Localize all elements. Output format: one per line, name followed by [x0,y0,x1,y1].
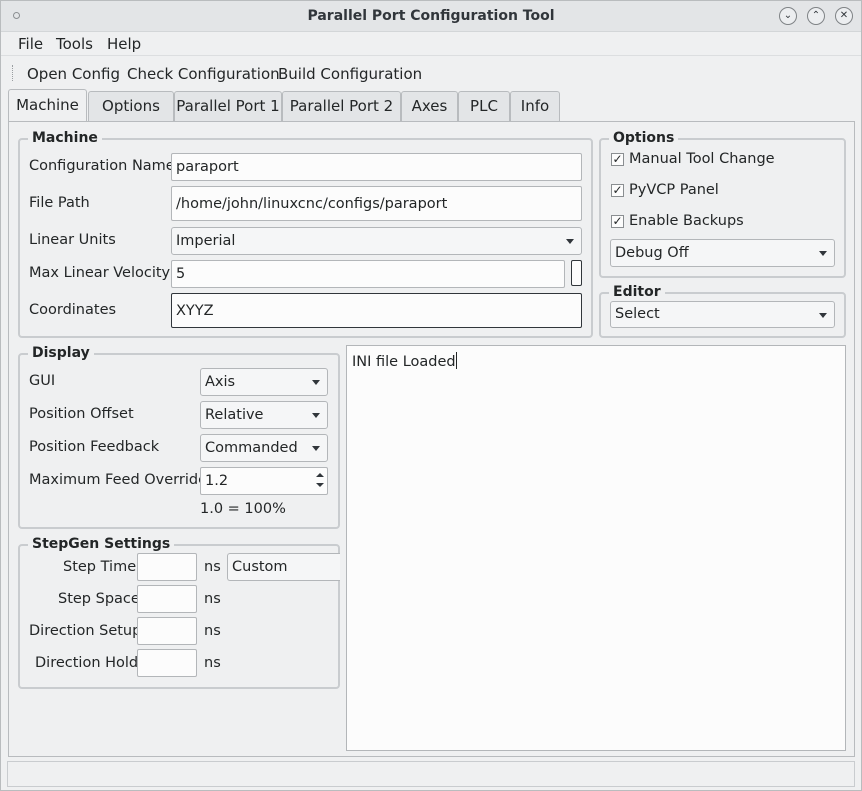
step-space-unit: ns [204,591,221,607]
step-space-label: Step Space [58,591,140,607]
gui-select[interactable]: Axis [200,368,328,396]
max-feed-override-label: Maximum Feed Override [29,472,207,488]
direction-setup-field[interactable] [137,617,197,645]
display-group-title: Display [28,344,94,362]
manual-tool-change-checkbox[interactable]: ✓ [611,153,624,166]
chevron-down-icon [819,313,827,318]
tab-parallel-port-1[interactable]: Parallel Port 1 [174,91,282,121]
coordinates-label: Coordinates [29,302,117,318]
linear-units-select[interactable]: Imperial [171,227,582,255]
step-time-label: Step Time [63,559,137,575]
linear-units-value: Imperial [176,233,236,249]
editor-value: Select [615,306,660,322]
menu-tools[interactable]: Tools [56,35,93,53]
step-space-field[interactable] [137,585,197,613]
gui-label: GUI [29,373,56,389]
chevron-down-icon [312,446,320,451]
feed-override-note: 1.0 = 100% [200,501,286,517]
file-path-field[interactable]: /home/john/linuxcnc/configs/paraport [171,186,582,221]
position-offset-value: Relative [205,407,264,423]
coordinates-field[interactable]: XYYZ [171,293,582,328]
config-name-field[interactable]: paraport [171,153,582,181]
text-caret [455,352,457,369]
menu-bar: File Tools Help [1,32,861,56]
status-bar [7,761,855,787]
window-title: Parallel Port Configuration Tool [307,8,555,24]
options-group-title: Options [609,129,679,147]
toolbar: Open Config Check Configuration Build Co… [1,57,861,89]
stepgen-group-title: StepGen Settings [28,535,175,553]
close-icon[interactable]: ✕ [835,7,853,25]
toolbar-grip-icon[interactable] [12,65,15,81]
stepgen-preset-select[interactable]: Custom [227,553,340,581]
max-velocity-label: Max Linear Velocity [29,265,171,281]
tab-plc[interactable]: PLC [458,91,510,121]
step-time-field[interactable] [137,553,197,581]
gui-value: Axis [205,374,236,390]
editor-select[interactable]: Select [610,301,835,328]
main-window: Parallel Port Configuration Tool ⌄ ⌃ ✕ F… [0,0,862,791]
tab-parallel-port-2[interactable]: Parallel Port 2 [282,91,401,121]
direction-setup-label: Direction Setup [29,623,142,639]
log-text: INI file Loaded [352,354,456,370]
position-feedback-label: Position Feedback [29,439,160,455]
spin-up-icon[interactable] [315,470,325,480]
config-name-label: Configuration Name [29,158,175,174]
position-offset-label: Position Offset [29,406,134,422]
max-feed-override-value: 1.2 [205,473,229,489]
log-textarea[interactable]: INI file Loaded [346,345,846,751]
linear-units-label: Linear Units [29,232,116,248]
stepgen-preset-value: Custom [232,559,288,575]
pyvcp-panel-checkbox[interactable]: ✓ [611,184,624,197]
direction-hold-label: Direction Hold [35,655,139,671]
max-feed-override-spinbox[interactable]: 1.2 [200,467,328,495]
enable-backups-label: Enable Backups [629,213,744,229]
direction-hold-unit: ns [204,655,221,671]
position-feedback-select[interactable]: Commanded [200,434,328,462]
editor-group-title: Editor [609,283,665,301]
menu-help[interactable]: Help [107,35,141,53]
direction-hold-field[interactable] [137,649,197,677]
manual-tool-change-label: Manual Tool Change [629,151,775,167]
debug-select[interactable]: Debug Off [610,239,835,267]
direction-setup-unit: ns [204,623,221,639]
position-offset-select[interactable]: Relative [200,401,328,429]
enable-backups-checkbox[interactable]: ✓ [611,215,624,228]
chevron-down-icon [312,380,320,385]
tab-options[interactable]: Options [88,91,174,121]
check-configuration-button[interactable]: Check Configuration [127,65,280,83]
file-path-label: File Path [29,195,90,211]
tab-machine[interactable]: Machine [8,89,87,122]
minimize-icon[interactable]: ⌄ [779,7,797,25]
max-velocity-field[interactable]: 5 [171,260,565,288]
pyvcp-panel-label: PyVCP Panel [629,182,719,198]
spin-down-icon[interactable] [315,481,325,491]
tab-axes[interactable]: Axes [401,91,458,121]
tab-info[interactable]: Info [510,91,560,121]
machine-group-title: Machine [28,129,102,147]
maximize-icon[interactable]: ⌃ [807,7,825,25]
chevron-down-icon [566,239,574,244]
build-configuration-button[interactable]: Build Configuration [278,65,422,83]
title-bar[interactable]: Parallel Port Configuration Tool ⌄ ⌃ ✕ [1,1,861,32]
velocity-unit-box[interactable] [571,260,582,286]
position-feedback-value: Commanded [205,440,298,456]
debug-value: Debug Off [615,245,689,261]
chevron-down-icon [819,251,827,256]
step-time-unit: ns [204,559,221,575]
open-config-button[interactable]: Open Config [27,65,120,83]
menu-file[interactable]: File [18,35,43,53]
chevron-down-icon [312,413,320,418]
